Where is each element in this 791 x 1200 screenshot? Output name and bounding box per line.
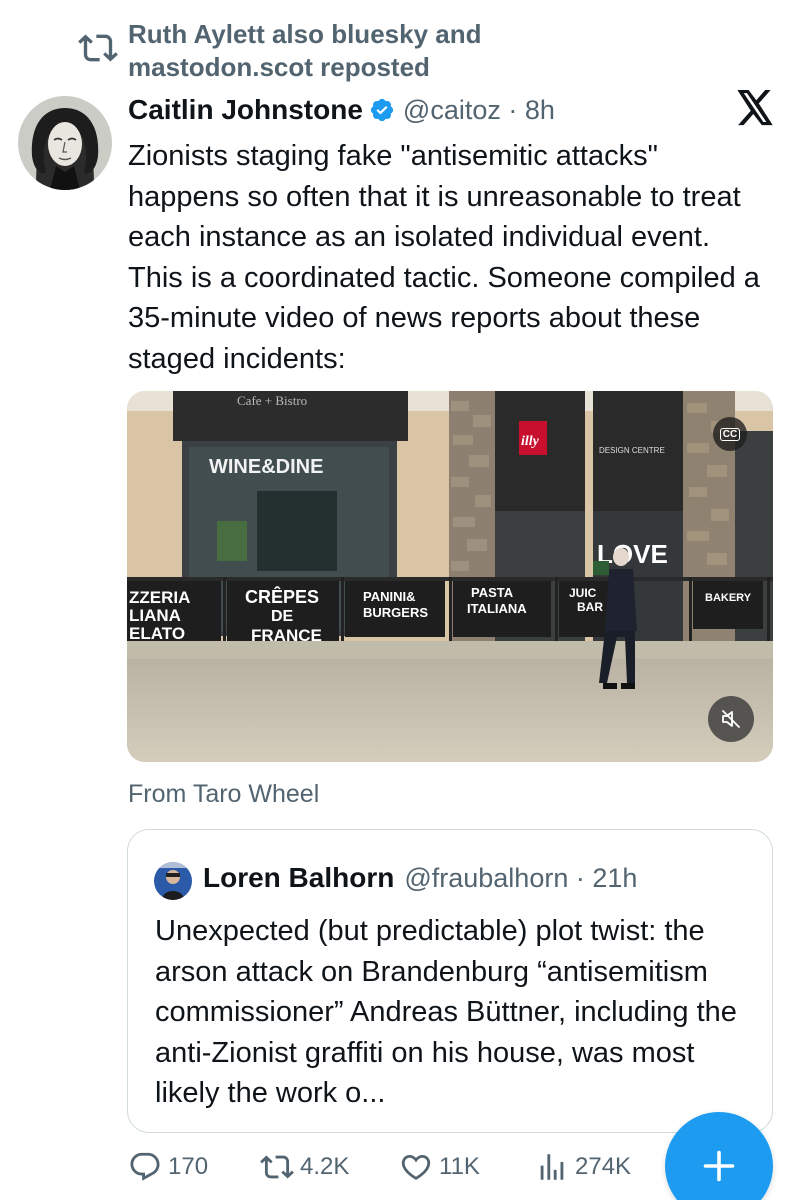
- x-logo-icon: [737, 90, 773, 126]
- mute-toggle-button[interactable]: [708, 696, 754, 742]
- author-avatar[interactable]: [18, 96, 112, 190]
- views-chart-icon: [540, 1154, 564, 1180]
- sign-bakery: BAKERY: [705, 592, 752, 604]
- heart-icon: [401, 1154, 431, 1180]
- verified-badge-icon[interactable]: [369, 97, 395, 123]
- repost-context[interactable]: Ruth Aylett also bluesky and mastodon.sc…: [78, 18, 588, 84]
- repost-label: Ruth Aylett also bluesky and mastodon.sc…: [128, 19, 482, 82]
- sign-pizzeria: ZZERIA: [129, 588, 190, 607]
- quoted-author-name: Loren Balhorn: [203, 862, 395, 893]
- plus-icon: [703, 1150, 735, 1182]
- quoted-tweet-header: Loren Balhorn @fraubalhorn · 21h: [203, 859, 637, 897]
- video-thumbnail: Cafe + Bistro WINE&DINE illy DESIGN CENT…: [127, 391, 773, 762]
- sign-cafe-bistro: Cafe + Bistro: [237, 393, 307, 408]
- sign-design-centre: DESIGN CENTRE: [599, 446, 665, 455]
- sign-pizzeria-2: LIANA: [129, 606, 181, 625]
- sign-illy: illy: [521, 434, 540, 449]
- media-source-attribution[interactable]: From Taro Wheel: [128, 780, 319, 809]
- reply-count: 170: [168, 1153, 209, 1180]
- sign-juice: JUIC: [569, 586, 597, 600]
- sign-panini: PANINI&: [363, 589, 415, 604]
- sign-pasta: PASTA: [471, 585, 514, 600]
- views-count: 274K: [575, 1153, 632, 1180]
- reply-icon: [130, 1152, 160, 1181]
- sign-burgers: BURGERS: [363, 605, 428, 620]
- quoted-author-handle-and-time: @fraubalhorn · 21h: [404, 862, 638, 893]
- reply-button[interactable]: 170: [128, 1150, 208, 1184]
- repost-icon: [260, 1155, 294, 1179]
- author-name[interactable]: Caitlin Johnstone: [128, 94, 363, 126]
- sign-gelato: ELATO: [129, 624, 185, 643]
- sign-italiana: ITALIANA: [467, 601, 527, 616]
- quoted-tweet-text: Unexpected (but predictable) plot twist:…: [155, 915, 737, 1109]
- repost-button[interactable]: 4.2K: [260, 1150, 349, 1184]
- sign-wine-dine: WINE&DINE: [209, 456, 323, 478]
- quoted-tweet-card[interactable]: Loren Balhorn @fraubalhorn · 21h Unexpec…: [127, 829, 773, 1133]
- sign-crepes-de: DE: [271, 608, 294, 625]
- like-button[interactable]: 11K: [399, 1150, 480, 1184]
- muted-speaker-icon: [722, 710, 740, 728]
- sign-juice-bar: BAR: [577, 600, 603, 614]
- quoted-author-avatar: [154, 862, 192, 900]
- author-handle-and-time[interactable]: @caitoz · 8h: [403, 95, 555, 126]
- repost-count: 4.2K: [300, 1153, 350, 1180]
- video-player[interactable]: Cafe + Bistro WINE&DINE illy DESIGN CENT…: [127, 391, 773, 762]
- tweet-header: Caitlin Johnstone @caitoz · 8h: [128, 91, 555, 129]
- closed-captions-button[interactable]: CC: [713, 417, 747, 451]
- like-count: 11K: [439, 1153, 480, 1180]
- repost-icon: [78, 34, 118, 62]
- views-button[interactable]: 274K: [535, 1150, 631, 1184]
- sign-crepes: CRÊPES: [245, 586, 319, 607]
- tweet-text: Zionists staging fake "antisemitic attac…: [128, 140, 760, 375]
